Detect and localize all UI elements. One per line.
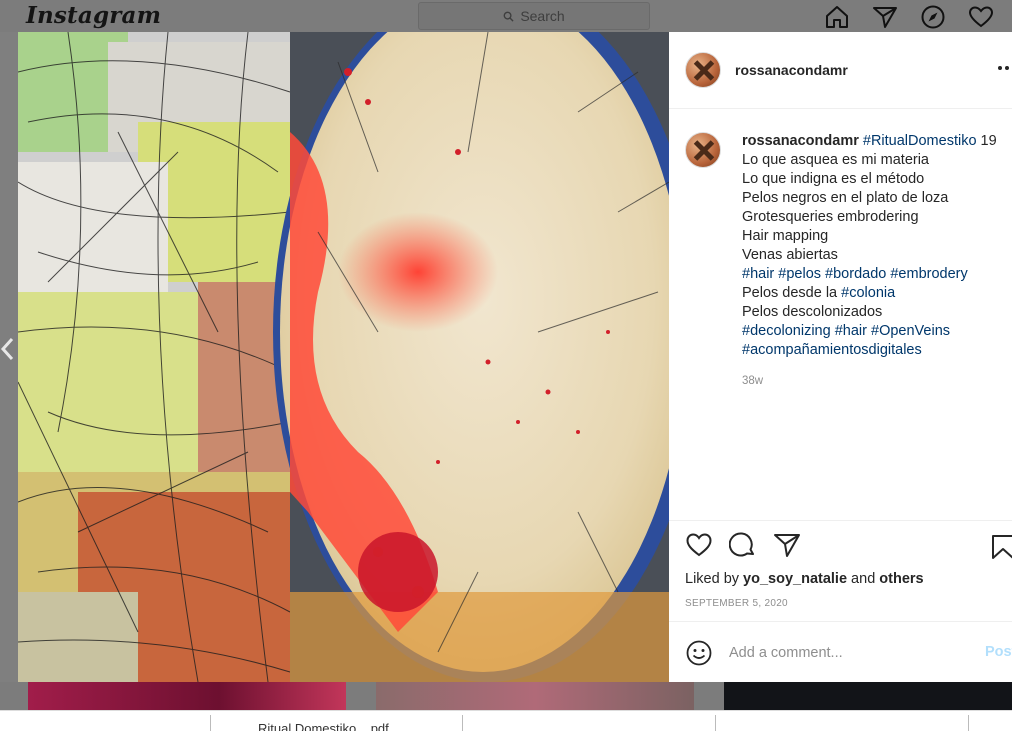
hashtag-link[interactable]: #hair (742, 266, 774, 282)
post-image (18, 32, 669, 682)
post-actions: Liked by yo_soy_natalie and others SEPTE… (669, 520, 1012, 682)
caption-line: Grotesqueries embrodering (742, 209, 919, 225)
caption-line: Lo que indigna es el método (742, 171, 925, 187)
grid-thumbnail[interactable] (376, 682, 694, 710)
hashtag-link[interactable]: #embrodery (890, 266, 967, 282)
comment-bubble-icon[interactable] (729, 531, 757, 559)
like-heart-icon[interactable] (685, 531, 713, 559)
profile-grid-thumbnails (0, 682, 1012, 710)
hashtag-link[interactable]: #acompañamientosdigitales (742, 342, 922, 358)
post-date[interactable]: SEPTEMBER 5, 2020 (685, 598, 788, 609)
post-author-header: rossanacondamr (669, 32, 1012, 109)
emoji-icon[interactable] (685, 639, 713, 667)
embroidery-artwork-image (18, 32, 669, 682)
caption-author-avatar[interactable] (685, 132, 721, 168)
caption-username[interactable]: rossanacondamr (742, 133, 859, 149)
hashtag-link[interactable]: #OpenVeins (871, 323, 950, 339)
post-comment-button[interactable]: Post (985, 644, 1012, 660)
grid-thumbnail[interactable] (724, 682, 1012, 710)
grid-thumbnail[interactable] (28, 682, 346, 710)
hashtag-link[interactable]: #decolonizing (742, 323, 831, 339)
comment-input[interactable]: Add a comment... (729, 645, 843, 661)
liked-by-username[interactable]: yo_soy_natalie (743, 571, 847, 587)
explore-icon[interactable] (920, 4, 946, 30)
post-caption: rossanacondamr #RitualDomestiko 19 Lo qu… (685, 132, 1012, 391)
caption-line: Venas abiertas (742, 247, 838, 263)
hashtag-link[interactable]: #bordado (825, 266, 886, 282)
caption-line: Hair mapping (742, 228, 829, 244)
search-placeholder: Search (520, 8, 565, 24)
caption-timestamp[interactable]: 38w (742, 372, 997, 391)
activity-heart-icon[interactable] (968, 4, 994, 30)
top-navigation-bar: Instagram Search (0, 0, 1012, 32)
hashtag-link[interactable]: #RitualDomestiko (863, 133, 977, 149)
liked-by-others-link[interactable]: others (879, 571, 923, 587)
caption-line: Lo que asquea es mi materia (742, 152, 929, 168)
search-icon (503, 11, 514, 22)
share-paper-plane-icon[interactable] (773, 531, 801, 559)
hashtag-link[interactable]: #hair (835, 323, 867, 339)
more-options-icon[interactable] (998, 66, 1012, 70)
author-avatar[interactable] (685, 52, 721, 88)
caption-text: rossanacondamr #RitualDomestiko 19 Lo qu… (742, 132, 997, 391)
instagram-logo[interactable]: Instagram (26, 2, 161, 29)
downloaded-file-name[interactable]: Ritual Domestiko....pdf (258, 721, 389, 731)
hashtag-link[interactable]: #pelos (778, 266, 821, 282)
download-bar: Ritual Domestiko....pdf (0, 710, 1012, 731)
previous-post-arrow-icon[interactable] (0, 336, 20, 362)
caption-line: Pelos descolonizados (742, 304, 883, 320)
comment-bar: Add a comment... Post (669, 621, 1012, 683)
search-box[interactable]: Search (418, 2, 650, 30)
author-username[interactable]: rossanacondamr (735, 62, 848, 78)
save-bookmark-icon[interactable] (989, 533, 1012, 561)
nav-icons (824, 4, 994, 30)
liked-by-text: Liked by yo_soy_natalie and others (685, 571, 924, 587)
post-sidebar: rossanacondamr rossanacondamr #RitualDom… (669, 32, 1012, 682)
direct-message-icon[interactable] (872, 4, 898, 30)
home-icon[interactable] (824, 4, 850, 30)
hashtag-link[interactable]: #colonia (841, 285, 895, 301)
post-modal: rossanacondamr rossanacondamr #RitualDom… (18, 32, 1012, 682)
caption-line: Pelos negros en el plato de loza (742, 190, 949, 206)
